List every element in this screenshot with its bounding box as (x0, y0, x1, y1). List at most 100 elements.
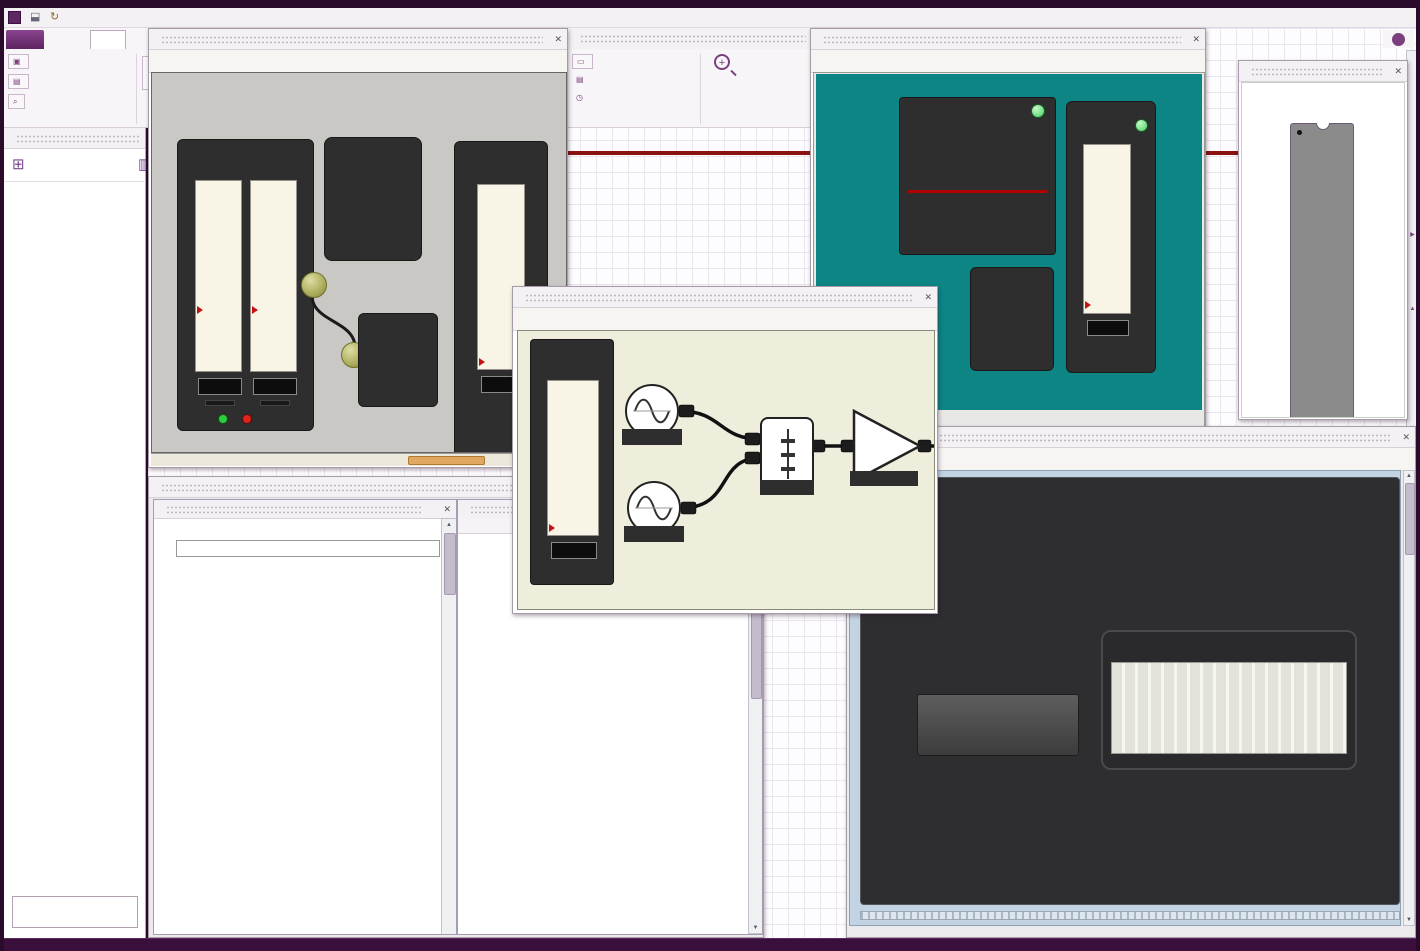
board-scroll-up-icon[interactable]: ▲ (1404, 473, 1414, 479)
ds2482-box[interactable] (358, 313, 438, 407)
inputs-sensors-titlebar[interactable]: ✕ (149, 29, 567, 50)
project-explorer-button[interactable]: ▣ (8, 54, 29, 69)
ds18b20-scale-2[interactable] (250, 180, 297, 372)
outputs-dsp-titlebar[interactable]: ✕ (513, 287, 937, 308)
combo-board (860, 477, 1400, 905)
keypad-panel (324, 137, 422, 261)
ds18b20-value-2 (253, 378, 297, 395)
ds18b20-tag-2 (260, 400, 290, 406)
history-icon: ◷ (576, 93, 583, 102)
project-explorer-titlebar[interactable] (4, 128, 145, 149)
analog-window-pane: ✕ ▲ (153, 499, 457, 935)
outputs-dsp-panel: ✕ (512, 286, 938, 614)
dac-value (551, 542, 597, 559)
dsp-mixer-label (760, 480, 814, 495)
dac-panel[interactable] (530, 339, 614, 585)
find-replace-button[interactable]: ⌕ (8, 94, 26, 109)
inputs-hscroll-thumb[interactable] (408, 456, 485, 465)
inputs-canvas[interactable] (151, 72, 567, 453)
2d-target-device-item[interactable]: ▭ (572, 54, 593, 69)
component-properties-icon: ▤ (13, 77, 21, 86)
inputs-toolbar (149, 50, 567, 73)
find-replace-icon: ⌕ (13, 96, 18, 106)
ds18b20-value-1 (198, 378, 242, 395)
component-properties-button[interactable]: ▤ (8, 74, 29, 89)
analog-window-titlebar[interactable]: ✕ (154, 500, 456, 519)
board-close-icon[interactable]: ✕ (1397, 432, 1415, 443)
chip-pinout (1242, 83, 1404, 417)
multi-panel-toolbar (811, 50, 1205, 73)
ds18b20-panel[interactable] (177, 139, 314, 431)
zoom-icon[interactable]: + (714, 54, 730, 70)
target-device-close-icon[interactable]: ✕ (1389, 66, 1407, 77)
multi-panel-titlebar[interactable]: ✕ (811, 29, 1205, 50)
left-frame (0, 0, 4, 951)
inputs-close-icon[interactable]: ✕ (549, 34, 567, 45)
ds18b20-red-led (242, 414, 252, 424)
project-explorer-tree (4, 186, 146, 886)
analog-scroll-up-icon[interactable]: ▲ (442, 522, 456, 528)
analog-vscrollbar[interactable]: ▲ (441, 518, 456, 934)
target-device-panel: ✕ (1238, 60, 1408, 420)
top-frame (0, 0, 1420, 8)
app-icon[interactable] (8, 11, 21, 24)
target-device-body (1241, 82, 1405, 418)
tab-file[interactable] (6, 30, 44, 49)
clipped-toolbar-icon[interactable]: ▥ (138, 155, 146, 173)
save-icon[interactable]: ⬓ (30, 10, 40, 23)
pwm-led (1031, 104, 1045, 118)
dsp-wave1-label (622, 429, 682, 445)
pwm-red-line (908, 190, 1048, 193)
dsp-wave2-label (624, 526, 684, 542)
pwm-slider-led (1135, 119, 1148, 132)
view-values-dropdown[interactable] (176, 540, 440, 557)
pwm-slider-panel[interactable] (1066, 101, 1156, 373)
seven-segment-display (917, 694, 1079, 756)
2d-icon-lists-item[interactable]: ▤ (576, 75, 587, 84)
help-icon[interactable] (1392, 32, 1405, 46)
ribbon-separator (136, 54, 137, 124)
project-explorer-footer-box (12, 896, 138, 928)
outputs-canvas[interactable] (517, 330, 935, 610)
monitor-icon: ▭ (577, 57, 585, 66)
lcd-screen (1111, 662, 1347, 754)
tab-edit[interactable] (52, 32, 86, 49)
map-function-box[interactable] (970, 267, 1054, 371)
target-device-titlebar[interactable]: ✕ (1239, 61, 1407, 82)
outputs-toolbar (513, 308, 937, 331)
dsp-gain-label (850, 471, 918, 486)
flowcode-app: ⬓ ↻ ▶ ▲ ▣ ▤ ⌕ ▭ ▤ ◷ + ⊞ ✕ ✕ ✕ ✕ ▲ ▼ ✕ ▲ … (0, 0, 1420, 951)
analog-rows (154, 566, 442, 934)
redo-icon[interactable]: ↻ (50, 10, 59, 23)
pwm-channel-box[interactable] (899, 97, 1056, 255)
digital-scroll-down-icon[interactable]: ▼ (749, 925, 762, 931)
pwm-slider-scale[interactable] (1083, 144, 1131, 314)
help-cluster (1383, 30, 1414, 48)
temporary-panel-titlebar[interactable] (568, 28, 812, 49)
pwm-slider-value (1087, 320, 1129, 336)
macros-icon[interactable]: ⊞ (12, 155, 25, 173)
status-bar (0, 938, 1420, 951)
zoom-icon-handle (730, 69, 737, 77)
ds18b20-tag-1 (205, 400, 235, 406)
ribbon-separator2 (700, 54, 701, 124)
lcd-module (1101, 630, 1357, 770)
board-vscrollbar[interactable]: ▲ ▼ (1403, 470, 1415, 926)
tab-view[interactable] (90, 30, 126, 49)
wire-node-1[interactable] (301, 272, 327, 298)
board-scroll-down-icon[interactable]: ▼ (1404, 917, 1414, 923)
project-explorer-toolbar: ⊞ ▥ (4, 150, 146, 182)
board-hscrollbar[interactable] (860, 911, 1400, 920)
list-icon: ▤ (576, 75, 584, 84)
ds18b20-scale-1[interactable] (195, 180, 242, 372)
project-explorer-panel: ⊞ ▥ (4, 128, 146, 938)
quick-access-bar: ⬓ ↻ (0, 8, 1420, 28)
analog-close-icon[interactable]: ✕ (438, 504, 456, 515)
multi-close-icon[interactable]: ✕ (1187, 34, 1205, 45)
dac-scale[interactable] (547, 380, 599, 536)
ds18b20-green-led (218, 414, 228, 424)
inputs-hscrollbar[interactable] (151, 453, 567, 466)
2d-change-history-item[interactable]: ◷ (576, 93, 586, 102)
project-explorer-icon: ▣ (13, 57, 21, 66)
outputs-close-icon[interactable]: ✕ (919, 292, 937, 303)
